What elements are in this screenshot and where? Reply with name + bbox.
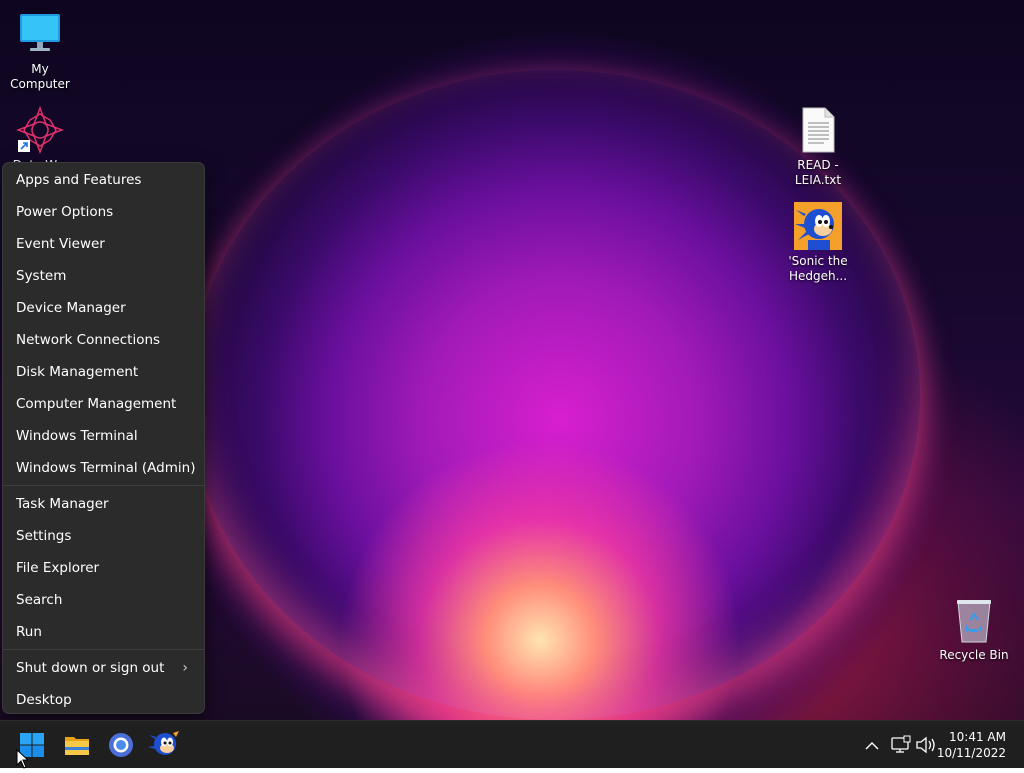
menu-item-desktop[interactable]: Desktop xyxy=(3,684,204,716)
menu-separator xyxy=(3,485,204,486)
desktop-icon-label: READ - LEIA.txt xyxy=(794,158,842,187)
sonic-app-icon xyxy=(148,731,179,755)
taskbar: 10:41 AM 10/11/2022 xyxy=(0,720,1024,769)
desktop[interactable]: My Computer Data W... xyxy=(0,0,1024,720)
menu-item-windows-terminal[interactable]: Windows Terminal xyxy=(3,420,204,452)
chevron-right-icon: › xyxy=(182,660,188,676)
menu-item-task-manager[interactable]: Task Manager xyxy=(3,488,204,520)
desktop-icon-sonic[interactable]: 'Sonic the Hedgeh... xyxy=(778,202,858,284)
mandala-shortcut-icon xyxy=(15,105,65,155)
speaker-icon xyxy=(916,736,935,754)
clock-time: 10:41 AM xyxy=(949,730,1006,744)
menu-separator xyxy=(3,649,204,650)
tray-volume-button[interactable] xyxy=(914,721,938,769)
menu-item-search[interactable]: Search xyxy=(3,584,204,616)
tray-network-button[interactable] xyxy=(888,721,912,769)
desktop-icon-label: 'Sonic the Hedgeh... xyxy=(788,254,848,283)
desktop-icon-readme[interactable]: READ - LEIA.txt xyxy=(778,106,858,188)
taskbar-browser[interactable] xyxy=(103,727,139,763)
taskbar-clock[interactable]: 10:41 AM 10/11/2022 xyxy=(937,729,1006,761)
menu-item-event-viewer[interactable]: Event Viewer xyxy=(3,228,204,260)
menu-item-system[interactable]: System xyxy=(3,260,204,292)
mouse-cursor-icon xyxy=(16,749,30,769)
tray-overflow-button[interactable] xyxy=(862,721,882,769)
taskbar-sonic[interactable] xyxy=(147,727,183,763)
recycle-bin-icon xyxy=(950,596,998,644)
desktop-icon-recycle-bin[interactable]: Recycle Bin xyxy=(934,596,1014,663)
menu-item-shut-down[interactable]: Shut down or sign out › xyxy=(3,652,204,684)
desktop-icon-label: My Computer xyxy=(10,62,70,91)
menu-item-file-explorer[interactable]: File Explorer xyxy=(3,552,204,584)
menu-item-computer-management[interactable]: Computer Management xyxy=(3,388,204,420)
menu-item-device-manager[interactable]: Device Manager xyxy=(3,292,204,324)
desktop-icon-my-computer[interactable]: My Computer xyxy=(0,10,80,92)
monitor-icon xyxy=(16,10,64,58)
network-icon xyxy=(891,735,911,753)
menu-item-windows-terminal-admin[interactable]: Windows Terminal (Admin) xyxy=(3,452,204,484)
menu-item-network-connections[interactable]: Network Connections xyxy=(3,324,204,356)
file-explorer-icon xyxy=(65,737,89,755)
taskbar-file-explorer[interactable] xyxy=(59,727,95,763)
desktop-icon-label: Recycle Bin xyxy=(939,648,1009,662)
menu-item-settings[interactable]: Settings xyxy=(3,520,204,552)
menu-item-apps-and-features[interactable]: Apps and Features xyxy=(3,164,204,196)
menu-item-run[interactable]: Run xyxy=(3,616,204,648)
winx-context-menu: Apps and Features Power Options Event Vi… xyxy=(2,162,205,714)
menu-item-label: Shut down or sign out xyxy=(16,660,165,676)
menu-item-disk-management[interactable]: Disk Management xyxy=(3,356,204,388)
text-file-icon xyxy=(794,106,842,154)
sonic-game-icon xyxy=(794,202,842,250)
menu-item-power-options[interactable]: Power Options xyxy=(3,196,204,228)
chevron-up-icon xyxy=(865,742,879,750)
clock-date: 10/11/2022 xyxy=(936,746,1006,760)
browser-icon xyxy=(109,733,133,757)
